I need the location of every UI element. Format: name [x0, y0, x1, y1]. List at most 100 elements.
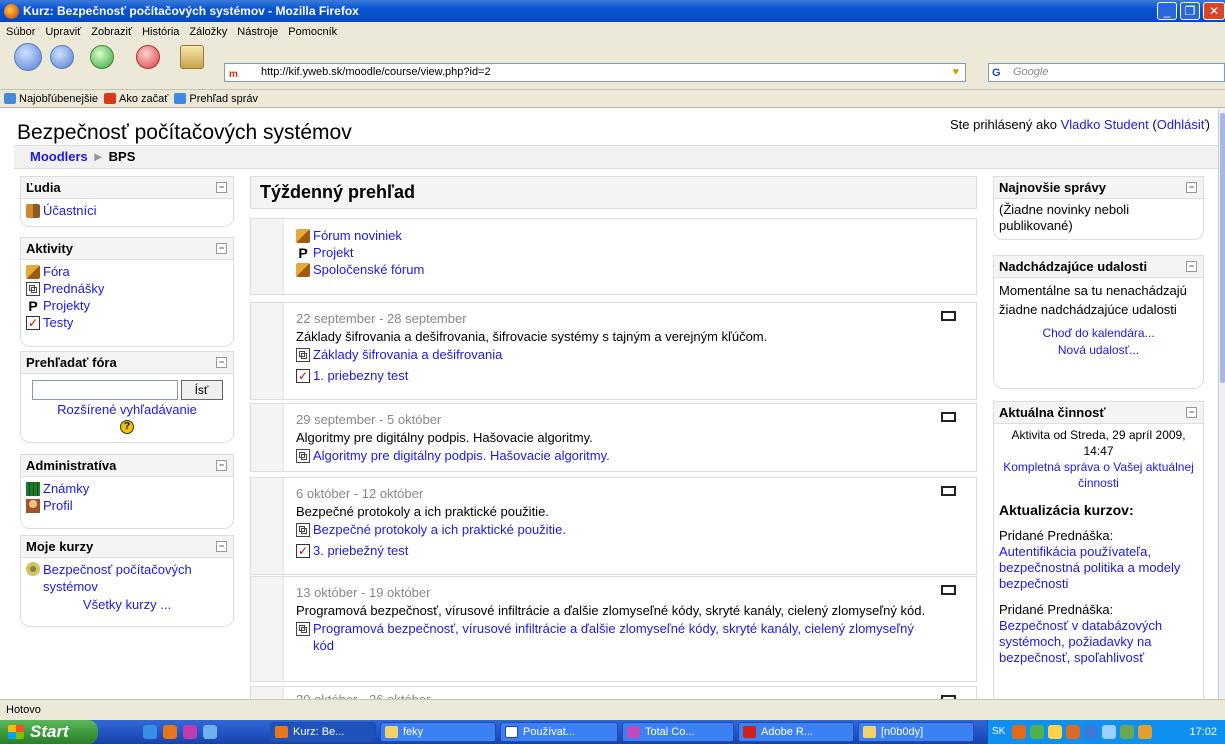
profile-icon: [26, 498, 40, 513]
lecture-link[interactable]: Bezpečné protokoly a ich praktické použi…: [296, 521, 976, 538]
collapse-icon[interactable]: −: [1186, 407, 1197, 418]
quicklaunch-browser-icon[interactable]: [143, 725, 157, 739]
quicklaunch-firefox-icon[interactable]: [163, 725, 177, 739]
activity-forums[interactable]: Fóra: [26, 263, 228, 280]
collapse-icon[interactable]: −: [216, 182, 227, 193]
lecture-link[interactable]: Programová bezpečnosť, vírusové infiltrá…: [296, 620, 926, 654]
firefox-icon: [4, 3, 19, 19]
show-only-week-icon[interactable]: [941, 311, 956, 321]
all-courses-link[interactable]: Všetky kurzy ...: [26, 597, 228, 613]
calendar-link[interactable]: Choď do kalendára...: [999, 325, 1198, 342]
tray-icon[interactable]: [1066, 725, 1080, 739]
resource-icon: [296, 448, 310, 463]
menu-edit[interactable]: Upraviť: [45, 26, 81, 38]
menu-view[interactable]: Zobraziť: [91, 26, 132, 38]
quiz-link[interactable]: ✓ 1. priebezny test: [296, 367, 976, 384]
grades-link[interactable]: Známky: [26, 480, 228, 497]
profile-link[interactable]: Profil: [26, 497, 228, 514]
page-scrollbar[interactable]: [1218, 109, 1225, 699]
new-event-link[interactable]: Nová udalosť...: [999, 342, 1198, 359]
minimize-button[interactable]: _: [1157, 2, 1177, 20]
bookmark-news[interactable]: Prehľad správ: [174, 93, 258, 105]
activity-lectures[interactable]: Prednášky: [26, 280, 228, 297]
update-link[interactable]: Bezpečnosť v databázových systémoch, pož…: [999, 618, 1198, 666]
resource-icon: [296, 522, 310, 537]
close-button[interactable]: ✕: [1203, 2, 1225, 20]
task-folder-feky[interactable]: feky: [380, 722, 496, 742]
task-folder-n0b0dy[interactable]: [n0b0dy]: [858, 722, 974, 742]
task-total-commander[interactable]: Total Co...: [622, 722, 734, 742]
block-upcoming-events: Nadchádzajúce udalosti − Momentálne sa tu…: [993, 255, 1204, 389]
quiz-link[interactable]: ✓ 3. priebežný test: [296, 542, 976, 559]
bookmark-getting-started[interactable]: Ako začať: [104, 93, 168, 105]
url-bar[interactable]: m http://kif.yweb.sk/moodle/course/view.…: [224, 63, 966, 82]
social-forum-link[interactable]: Spoločenské fórum: [296, 261, 976, 278]
bookmark-icon: [4, 93, 16, 104]
search-placeholder: Google: [1013, 66, 1049, 78]
menu-file[interactable]: Súbor: [6, 26, 35, 38]
update-link[interactable]: Autentifikácia používateľa, bezpečnostná…: [999, 544, 1198, 592]
tray-icon[interactable]: [1084, 725, 1098, 739]
stop-icon[interactable]: [136, 45, 160, 69]
search-input[interactable]: G Google: [988, 63, 1225, 82]
lecture-link[interactable]: Základy šifrovania a dešifrovania: [296, 346, 976, 363]
collapse-icon[interactable]: −: [216, 243, 227, 254]
search-go-button[interactable]: Ísť: [180, 380, 223, 400]
firefox-bookmark-icon: [104, 93, 117, 104]
tray-icon[interactable]: [1030, 725, 1044, 739]
menu-history[interactable]: História: [142, 26, 179, 38]
logout-link[interactable]: Odhlásiť: [1157, 117, 1206, 132]
back-icon[interactable]: [14, 43, 42, 71]
participants-link[interactable]: Účastníci: [26, 202, 228, 219]
bookmark-star-icon[interactable]: ♥: [952, 64, 959, 81]
advanced-search-link[interactable]: Rozšírené vyhľadávanie: [26, 402, 228, 417]
block-recent-activity: Aktuálna činnosť − Aktivita od Streda, 29…: [993, 401, 1204, 699]
quicklaunch-save-icon[interactable]: [183, 725, 197, 739]
course-link[interactable]: Bezpečnosť počítačových systémov: [26, 561, 228, 595]
collapse-icon[interactable]: −: [216, 541, 227, 552]
menu-bookmarks[interactable]: Záložky: [189, 26, 227, 38]
help-icon[interactable]: ?: [120, 420, 134, 434]
network-icon[interactable]: [1138, 725, 1152, 739]
adobe-icon: [743, 726, 756, 738]
lecture-link[interactable]: Algoritmy pre digitálny podpis. Hašovaci…: [296, 447, 976, 464]
show-only-week-icon[interactable]: [941, 412, 956, 422]
tray-icon[interactable]: [1120, 725, 1134, 739]
collapse-icon[interactable]: −: [216, 357, 227, 368]
collapse-icon[interactable]: −: [1186, 261, 1197, 272]
menu-help[interactable]: Pomocník: [288, 26, 337, 38]
full-report-link[interactable]: Kompletná správa o Vašej aktuálnej činno…: [999, 459, 1198, 491]
tray-icon[interactable]: [1102, 725, 1116, 739]
activity-tests[interactable]: ✓ Testy: [26, 314, 228, 331]
activity-projects[interactable]: P Projekty: [26, 297, 228, 314]
project-link[interactable]: P Projekt: [296, 244, 976, 261]
reload-icon[interactable]: [90, 45, 114, 69]
task-adobe-reader[interactable]: Adobe R...: [738, 722, 854, 742]
bookmark-most-visited[interactable]: Najobľúbenejšie: [4, 93, 98, 105]
news-forum-link[interactable]: Fórum noviniek: [296, 227, 976, 244]
tray-icon[interactable]: [1048, 725, 1062, 739]
status-bar: Hotovo: [0, 699, 1225, 720]
show-only-week-icon[interactable]: [941, 486, 956, 496]
task-word[interactable]: Používat...: [500, 722, 618, 742]
language-indicator[interactable]: SK: [992, 720, 1005, 744]
breadcrumb-current: BPS: [108, 149, 136, 164]
quicklaunch-desktop-icon[interactable]: [203, 725, 217, 739]
users-icon: [26, 203, 40, 218]
task-firefox[interactable]: Kurz: Be...: [270, 722, 376, 742]
user-link[interactable]: Vladko Student: [1061, 117, 1149, 132]
resource-icon: [296, 347, 310, 362]
breadcrumb-home[interactable]: Moodlers: [30, 149, 88, 164]
show-only-week-icon[interactable]: [941, 585, 956, 595]
start-button[interactable]: Start: [0, 720, 98, 744]
forum-search-input[interactable]: [31, 380, 178, 400]
tray-icon[interactable]: [1012, 725, 1026, 739]
restore-button[interactable]: ❐: [1180, 2, 1200, 20]
forward-icon[interactable]: [50, 45, 74, 69]
home-icon[interactable]: [180, 45, 204, 69]
collapse-icon[interactable]: −: [216, 460, 227, 471]
menu-tools[interactable]: Nástroje: [237, 26, 278, 38]
disk-icon: [627, 726, 640, 738]
forum-icon: [296, 228, 310, 243]
collapse-icon[interactable]: −: [1186, 182, 1197, 193]
